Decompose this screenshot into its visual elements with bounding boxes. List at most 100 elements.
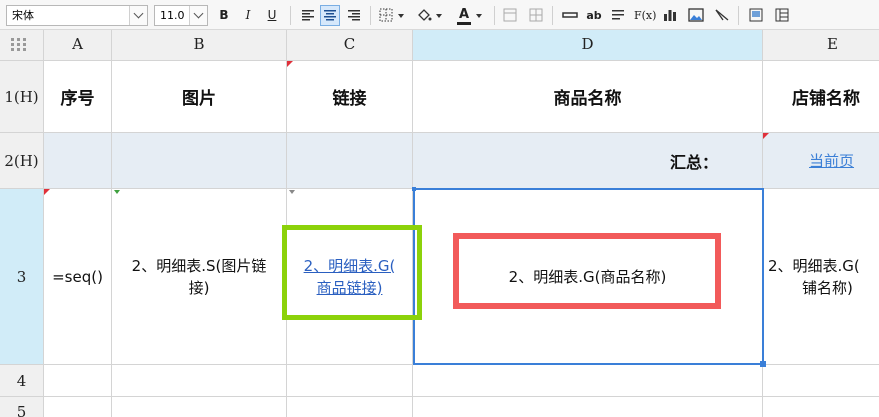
toolbar: 宋体 11.0 B I U A ab F(x): [0, 0, 879, 30]
report-property-icon: [775, 8, 789, 22]
font-family-value: 宋体: [12, 9, 34, 22]
border-icon: [379, 8, 393, 22]
row-header-2[interactable]: 2(H): [0, 133, 44, 189]
column-header-c[interactable]: C: [287, 30, 413, 61]
shop-name-formula-line2: 铺名称): [802, 278, 853, 297]
fill-color-button[interactable]: [414, 5, 442, 26]
underline-button[interactable]: U: [262, 5, 282, 26]
product-name-formula: 2、明细表.G(商品名称): [508, 267, 667, 286]
cell-a1[interactable]: 序号: [44, 61, 112, 133]
cell-b2[interactable]: [112, 133, 287, 189]
cell-property-icon: [749, 8, 763, 22]
align-right-icon: [348, 10, 360, 21]
cell-flag-marker: [763, 133, 769, 139]
cell-a2[interactable]: [44, 133, 112, 189]
cell-c4[interactable]: [287, 365, 413, 397]
split-cells-button[interactable]: [526, 5, 546, 26]
cell-flag-marker: [287, 61, 293, 67]
align-right-button[interactable]: [344, 5, 364, 26]
font-size-value: 11.0: [160, 9, 185, 22]
align-left-button[interactable]: [298, 5, 318, 26]
cell-d3[interactable]: 2、明细表.G(商品名称): [413, 189, 763, 365]
text-cell-button[interactable]: [560, 5, 580, 26]
cell-b4[interactable]: [112, 365, 287, 397]
chevron-down-icon[interactable]: [189, 6, 207, 25]
cell-c1[interactable]: 链接: [287, 61, 413, 133]
cell-d1[interactable]: 商品名称: [413, 61, 763, 133]
text-box-icon: [562, 12, 578, 18]
column-header-a[interactable]: A: [44, 30, 112, 61]
header-shop-name-label: 店铺名称: [792, 89, 860, 109]
summary-label: 汇总：: [669, 152, 718, 172]
current-page-link[interactable]: 当前页: [809, 150, 854, 172]
cell-d2[interactable]: 汇总：: [413, 133, 763, 189]
cell-d4[interactable]: [413, 365, 763, 397]
align-center-button[interactable]: [320, 5, 340, 26]
toolbar-separator: [738, 6, 739, 25]
cell-c3[interactable]: 2、明细表.G( 商品链接): [287, 189, 413, 365]
toolbar-separator: [552, 6, 553, 25]
toolbar-separator: [290, 6, 291, 25]
text-color-icon: A: [456, 7, 472, 25]
select-all-corner[interactable]: [0, 30, 44, 61]
header-seq-label: 序号: [60, 89, 95, 109]
header-image-label: 图片: [182, 89, 216, 109]
merge-cells-button[interactable]: [500, 5, 520, 26]
shop-name-formula-line1: 2、明细表.G(: [768, 256, 860, 275]
cell-c5[interactable]: [287, 397, 413, 417]
cell-flag-marker: [114, 190, 120, 194]
cell-e4[interactable]: [763, 365, 879, 397]
font-size-select[interactable]: 11.0: [154, 5, 208, 26]
link-formula-line1[interactable]: 2、明细表.G(: [304, 255, 396, 277]
report-property-button[interactable]: [772, 5, 792, 26]
font-family-select[interactable]: 宋体: [6, 5, 148, 26]
toolbar-separator: [370, 6, 371, 25]
image-formula-line1: 2、明细表.S(图片链: [131, 256, 267, 275]
split-cells-icon: [529, 8, 543, 22]
column-header-d[interactable]: D: [413, 30, 763, 61]
header-link-label: 链接: [332, 89, 367, 109]
toolbar-separator: [494, 6, 495, 25]
cell-e3[interactable]: 2、明细表.G( 铺名称): [763, 189, 879, 365]
image-icon: [688, 8, 704, 22]
slash-header-button[interactable]: [712, 5, 732, 26]
bold-button[interactable]: B: [214, 5, 234, 26]
slash-icon: [715, 9, 729, 21]
row-header-4[interactable]: 4: [0, 365, 44, 397]
formula-button[interactable]: F(x): [634, 5, 656, 26]
text-color-button[interactable]: A: [454, 5, 482, 26]
row-header-3[interactable]: 3: [0, 189, 44, 365]
cell-e1[interactable]: 店铺名称: [763, 61, 879, 133]
header-product-name-label: 商品名称: [553, 89, 622, 109]
cell-b5[interactable]: [112, 397, 287, 417]
cell-flag-marker: [44, 189, 50, 195]
link-formula-line2[interactable]: 商品链接): [317, 277, 383, 299]
italic-button[interactable]: I: [238, 5, 258, 26]
chart-button[interactable]: [660, 5, 680, 26]
cell-b3[interactable]: 2、明细表.S(图片链 接): [112, 189, 287, 365]
cell-a3[interactable]: =seq(): [44, 189, 112, 365]
cell-d5[interactable]: [413, 397, 763, 417]
cell-a4[interactable]: [44, 365, 112, 397]
grid-dots-icon: [11, 38, 26, 51]
image-button[interactable]: [686, 5, 706, 26]
text-style-button[interactable]: ab: [584, 5, 604, 26]
row-header-1[interactable]: 1(H): [0, 61, 44, 133]
border-button[interactable]: [376, 5, 404, 26]
align-left-icon: [302, 10, 314, 21]
merge-cells-icon: [503, 8, 517, 22]
cell-a5[interactable]: [44, 397, 112, 417]
column-header-e[interactable]: E: [763, 30, 879, 61]
column-header-b[interactable]: B: [112, 30, 287, 61]
cell-c2[interactable]: [287, 133, 413, 189]
image-formula-line2: 接): [188, 278, 210, 297]
cell-b1[interactable]: 图片: [112, 61, 287, 133]
seq-formula: =seq(): [52, 267, 103, 286]
row-header-5[interactable]: 5: [0, 397, 44, 417]
cell-property-button[interactable]: [746, 5, 766, 26]
cell-e2[interactable]: 当前页: [763, 133, 879, 189]
cell-e5[interactable]: [763, 397, 879, 417]
align-center-icon: [324, 10, 336, 21]
chevron-down-icon[interactable]: [129, 6, 147, 25]
wrap-text-button[interactable]: [608, 5, 628, 26]
